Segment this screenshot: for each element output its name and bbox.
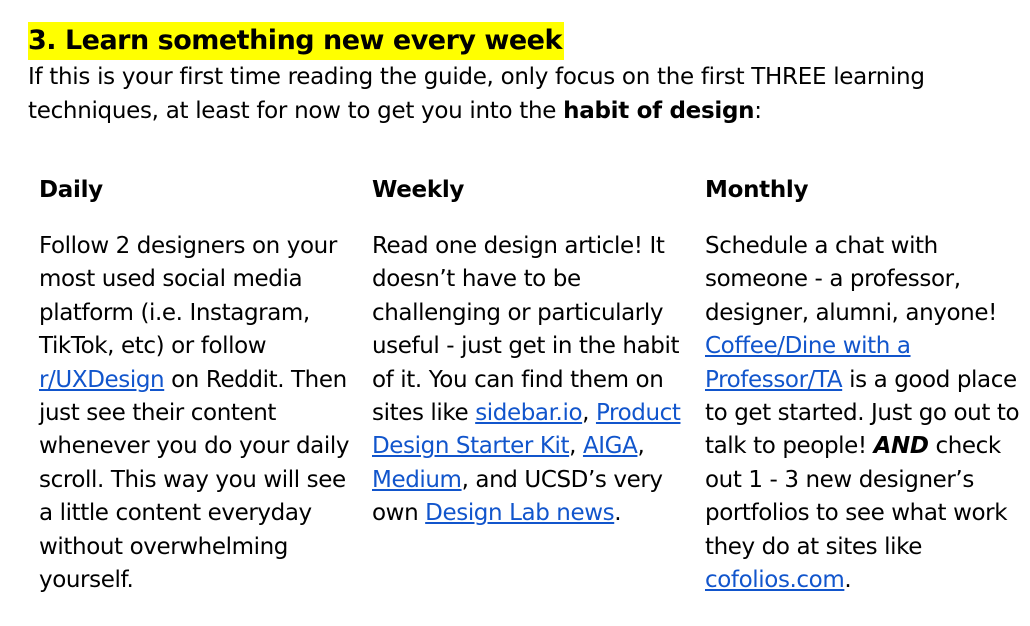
monthly-title: Monthly	[705, 177, 809, 203]
daily-text: Follow 2 designers on your most used soc…	[39, 233, 337, 360]
weekly-text: Read one design article! It doesn’t have…	[372, 233, 680, 427]
weekly-column: Weekly Read one design article! It doesn…	[372, 172, 694, 531]
aiga-link[interactable]: AIGA	[583, 433, 638, 459]
intro-text-end: :	[754, 98, 762, 124]
intro-paragraph: If this is your first time reading the g…	[28, 60, 1018, 128]
daily-body: Follow 2 designers on your most used soc…	[39, 230, 361, 597]
design-lab-news-link[interactable]: Design Lab news	[425, 500, 614, 526]
weekly-text-3: .	[614, 500, 622, 527]
section-heading: 3. Learn something new every week	[28, 22, 564, 60]
monthly-text-4: .	[844, 567, 852, 594]
monthly-column: Monthly Schedule a chat with someone - a…	[705, 172, 1027, 597]
monthly-body: Schedule a chat with someone - a profess…	[705, 230, 1027, 597]
weekly-separator: ,	[637, 433, 645, 460]
intro-text: If this is your first time reading the g…	[28, 64, 925, 124]
monthly-emphasis: AND	[873, 433, 929, 460]
weekly-body: Read one design article! It doesn’t have…	[372, 230, 694, 531]
daily-text-2: on Reddit. Then just see their content w…	[39, 366, 350, 594]
daily-title: Daily	[39, 177, 103, 203]
sidebar-io-link[interactable]: sidebar.io	[475, 400, 582, 426]
cofolios-link[interactable]: cofolios.com	[705, 567, 845, 593]
daily-column: Daily Follow 2 designers on your most us…	[39, 172, 361, 597]
medium-link[interactable]: Medium	[372, 467, 462, 493]
monthly-text: Schedule a chat with someone - a profess…	[705, 233, 997, 326]
weekly-separator: ,	[569, 433, 583, 460]
weekly-separator: ,	[582, 400, 596, 427]
intro-bold-text: habit of design	[563, 98, 755, 124]
uxdesign-link[interactable]: r/UXDesign	[39, 367, 165, 393]
weekly-title: Weekly	[372, 177, 465, 203]
